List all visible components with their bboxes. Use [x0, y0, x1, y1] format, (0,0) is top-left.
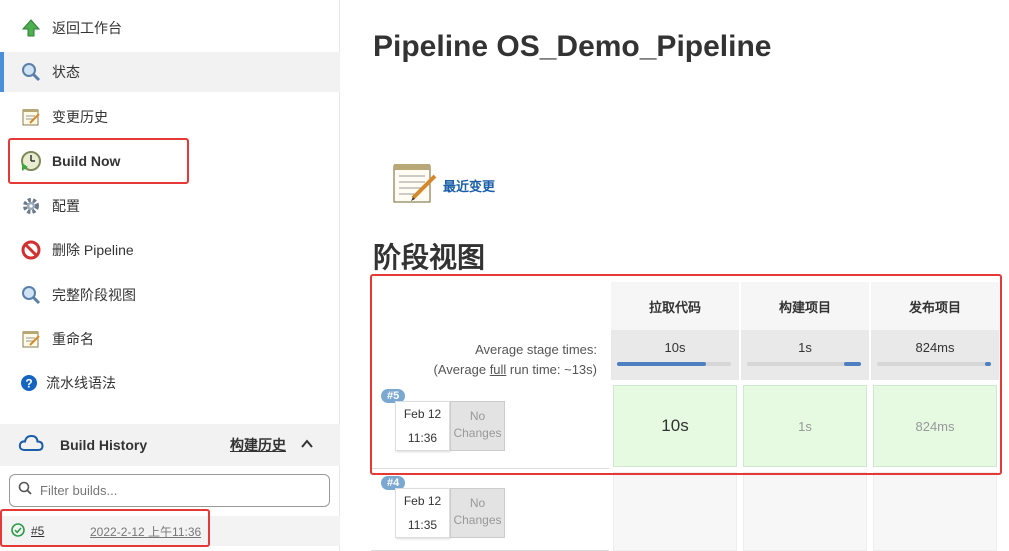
sidebar-item-label: 完整阶段视图 [52, 287, 136, 303]
page-title: Pipeline OS_Demo_Pipeline [373, 30, 772, 63]
stage-cell-empty [873, 472, 997, 551]
run-date: Feb 12 [403, 494, 442, 508]
run-info-5[interactable]: #5 Feb 12 11:36 No Changes [371, 383, 609, 469]
notepad-icon [391, 160, 437, 211]
average-time-bar [617, 362, 731, 366]
average-time-cell: 1s [741, 330, 869, 380]
average-stage-times-title: Average stage times: [475, 342, 597, 357]
filter-builds-input[interactable] [40, 483, 320, 498]
sidebar-item-back-to-dashboard[interactable]: 返回工作台 [0, 8, 340, 48]
average-time-bar [877, 362, 991, 366]
stage-header-pull-code: 拉取代码 [611, 282, 739, 330]
build-history-header: Build History 构建历史 [0, 424, 340, 466]
sidebar: 返回工作台 状态 变更历史 Build Now 配置 删除 Pipeline 完… [0, 0, 340, 551]
full-run-time-link[interactable]: full [490, 362, 507, 377]
recent-changes-link[interactable]: 最近变更 [391, 160, 495, 211]
run-info-4[interactable]: #4 Feb 12 11:35 No Changes [371, 470, 609, 551]
sidebar-item-label: 状态 [52, 64, 80, 80]
average-run-time-text: (Average full run time: ~13s) [433, 362, 597, 377]
stage-cell-empty [743, 472, 867, 551]
sidebar-item-status[interactable]: 状态 [0, 52, 340, 92]
stage-cell[interactable]: 1s [743, 385, 867, 467]
notepad-icon [20, 106, 42, 128]
build-history-title: Build History [60, 437, 148, 453]
clock-play-icon [20, 150, 42, 172]
sidebar-item-label: 变更历史 [52, 109, 108, 125]
sidebar-item-label: 返回工作台 [52, 20, 122, 36]
stage-duration: 824ms [915, 418, 955, 434]
cloud-icon [18, 434, 44, 457]
up-arrow-icon [20, 17, 42, 39]
sidebar-item-label: 流水线语法 [46, 375, 116, 391]
build-history-row[interactable]: #5 2022-2-12 上午11:36 [0, 516, 340, 546]
stage-cell-empty [613, 472, 737, 551]
sidebar-item-configure[interactable]: 配置 [0, 186, 340, 226]
stage-duration: 10s [661, 416, 689, 435]
sidebar-item-label: 重命名 [52, 331, 94, 347]
average-stage-times-label: Average stage times: (Average full run t… [341, 340, 597, 380]
sidebar-item-build-now[interactable]: Build Now [0, 141, 340, 181]
sidebar-item-label: 配置 [52, 198, 80, 214]
no-changes-card: No Changes [450, 488, 505, 538]
average-time-value: 824ms [915, 340, 955, 355]
average-time-value: 1s [798, 340, 812, 355]
sidebar-item-full-stage-view[interactable]: 完整阶段视图 [0, 275, 340, 315]
main-content: Pipeline OS_Demo_Pipeline 最近变更 阶段视图 拉取代码… [341, 0, 1009, 551]
sidebar-item-changes[interactable]: 变更历史 [0, 97, 340, 137]
help-icon: ? [20, 372, 38, 394]
sidebar-item-rename[interactable]: 重命名 [0, 319, 340, 359]
run-date-card: Feb 12 11:36 [395, 401, 450, 451]
build-date-link[interactable]: 2022-2-12 上午11:36 [90, 523, 201, 540]
notepad-icon [20, 328, 42, 350]
average-time-bar-fill [617, 362, 706, 366]
svg-text:?: ? [25, 377, 32, 391]
sidebar-item-label: 删除 Pipeline [52, 242, 134, 258]
run-date: Feb 12 [403, 407, 442, 421]
stage-cell[interactable]: 10s [613, 385, 737, 467]
average-time-bar-fill [985, 362, 991, 366]
run-date-card: Feb 12 11:35 [395, 488, 450, 538]
stage-duration: 1s [798, 418, 812, 434]
average-time-bar [747, 362, 861, 366]
magnifier-icon [20, 61, 42, 83]
average-time-cell: 10s [611, 330, 739, 380]
run-time: 11:35 [407, 518, 438, 532]
average-time-value: 10s [664, 340, 686, 355]
no-entry-icon [20, 239, 42, 261]
sidebar-item-label: Build Now [52, 153, 121, 169]
magnifier-icon [20, 284, 42, 306]
search-icon [18, 481, 32, 500]
build-number-link[interactable]: #5 [31, 524, 44, 538]
recent-changes-label: 最近变更 [443, 179, 496, 194]
sidebar-item-pipeline-syntax[interactable]: ? 流水线语法 [0, 363, 340, 403]
stage-header-build-project: 构建项目 [741, 282, 869, 330]
average-time-bar-fill [843, 362, 861, 366]
average-time-cell: 824ms [871, 330, 999, 380]
filter-builds-field[interactable] [9, 474, 330, 507]
sidebar-item-delete-pipeline[interactable]: 删除 Pipeline [0, 230, 340, 270]
gear-icon [20, 195, 42, 217]
stage-header-publish-project: 发布项目 [871, 282, 999, 330]
chevron-up-icon[interactable] [300, 437, 314, 456]
build-history-link[interactable]: 构建历史 [230, 435, 286, 455]
stage-cell[interactable]: 824ms [873, 385, 997, 467]
success-check-icon [11, 522, 25, 540]
run-time: 11:36 [407, 431, 438, 445]
stage-view-title: 阶段视图 [373, 242, 486, 273]
no-changes-card: No Changes [450, 401, 505, 451]
